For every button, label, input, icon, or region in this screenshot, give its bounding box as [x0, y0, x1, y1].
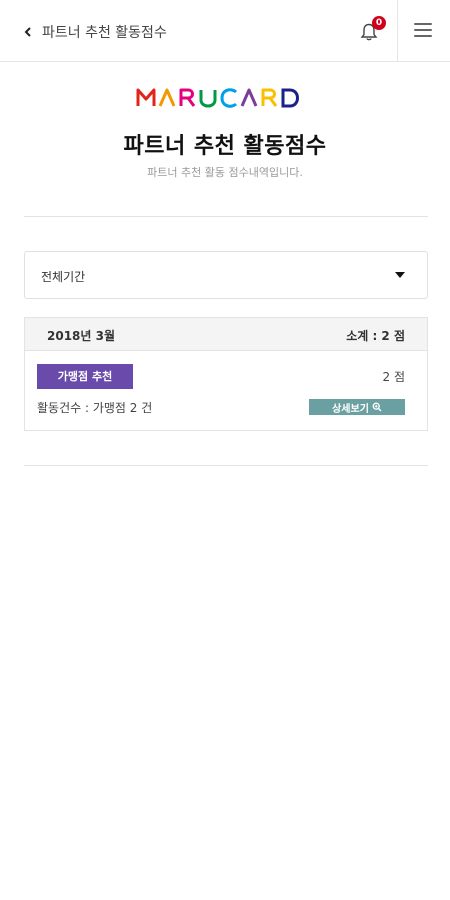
section-divider-bottom — [24, 465, 428, 466]
chevron-left-icon — [24, 27, 31, 37]
magnifier-plus-icon — [372, 402, 382, 412]
section-divider — [24, 216, 428, 217]
hamburger-menu-icon — [414, 23, 432, 25]
month-header: 2018년 3월 소계 : 2 점 — [25, 318, 427, 351]
item-points: 2 점 — [382, 370, 406, 384]
month-subtotal: 소계 : 2 점 — [346, 329, 405, 343]
detail-button-label: 상세보기 — [332, 403, 369, 415]
monthly-record: 2018년 3월 소계 : 2 점 가맹점 추천 2 점 활동건수 : 가맹점 … — [24, 317, 428, 431]
activity-count: 활동건수 : 가맹점 2 건 — [37, 401, 153, 415]
page-title: 파트너 추천 활동점수 — [123, 134, 327, 159]
back-button[interactable]: 파트너 추천 활동점수 — [22, 21, 167, 43]
top-bar: 파트너 추천 활동점수 0 — [0, 0, 450, 62]
notification-button[interactable]: 0 — [356, 16, 386, 46]
notification-badge: 0 — [372, 16, 386, 30]
period-select-value: 전체기간 — [41, 270, 86, 284]
marucard-logo — [0, 86, 450, 110]
month-label: 2018년 3월 — [47, 329, 116, 343]
logo-mark — [136, 88, 299, 108]
period-select[interactable]: 전체기간 — [24, 251, 428, 299]
menu-button[interactable] — [414, 23, 432, 39]
caret-down-icon — [395, 272, 405, 278]
header-title: 파트너 추천 활동점수 — [42, 25, 167, 41]
page-subtitle: 파트너 추천 활동 점수내역입니다. — [147, 166, 303, 179]
category-badge: 가맹점 추천 — [37, 364, 133, 389]
header-divider — [397, 0, 398, 62]
detail-button[interactable]: 상세보기 — [309, 399, 405, 415]
